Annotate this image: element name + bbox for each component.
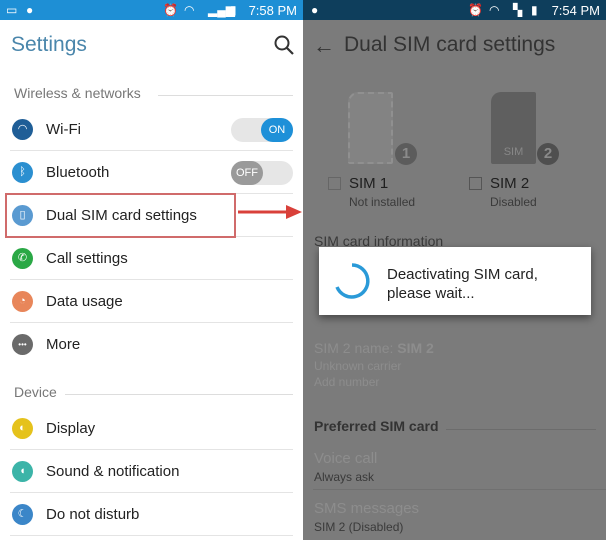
sim2-name-label: SIM 2 name: (314, 340, 394, 356)
divider (10, 535, 293, 536)
settings-item-wi-fi[interactable]: ◠ Wi-Fi ON (0, 108, 303, 151)
sim1-checkbox[interactable] (328, 177, 341, 190)
notification-icon: ▭ (6, 3, 18, 17)
search-icon[interactable] (273, 34, 295, 56)
wi-fi-toggle[interactable]: ON (231, 118, 293, 142)
section-preferred-sim: Preferred SIM card (314, 418, 439, 434)
settings-item-label: Sound & notification (46, 463, 180, 480)
settings-item-sound-notification[interactable]: ◖ Sound & notification (0, 450, 303, 493)
sim2-number: Add number (314, 375, 380, 389)
voice-call-label: Voice call (314, 450, 378, 467)
sms-label: SMS messages (314, 500, 420, 517)
status-time: 7:58 PM (248, 3, 297, 18)
battery-icon: ▮ (230, 3, 237, 17)
dual-sim-screen: ● ⏰ ◠ ▚ ▮ 7:54 PM ← Dual SIM card settin… (303, 0, 606, 540)
sim1-status: Not installed (349, 195, 416, 209)
page-title: Settings (11, 33, 87, 56)
sim2-name-value: SIM 2 (397, 340, 434, 356)
messenger-icon: ● (311, 3, 319, 17)
divider (313, 489, 606, 490)
divider (446, 429, 596, 430)
settings-item-label: Data usage (46, 293, 123, 310)
page-title: Dual SIM card settings (344, 33, 556, 56)
voice-call-value: Always ask (314, 470, 375, 484)
loading-spinner-icon (335, 263, 370, 299)
alarm-icon: ⏰ (468, 3, 483, 17)
dialog-line-2: please wait... (387, 285, 475, 302)
settings-screen: ▭ ● ⏰ ◠ ▂▄▆ ▮ 7:58 PM Settings Wireless … (0, 0, 303, 540)
bluetooth-icon: ᛒ (12, 162, 33, 183)
settings-item-label: Bluetooth (46, 164, 110, 181)
settings-item-label: Wi-Fi (46, 121, 81, 138)
settings-item-label: More (46, 336, 81, 353)
arrow-icon (238, 205, 302, 219)
alarm-icon: ⏰ (163, 3, 178, 17)
section-header-device: Device (14, 384, 57, 400)
sim2-badge: 2 (537, 143, 559, 165)
more-icon: ••• (12, 334, 33, 355)
section-header-wireless: Wireless & networks (14, 85, 141, 101)
dialog-message: Deactivating SIM card, please wait... (387, 265, 538, 303)
bluetooth-toggle[interactable]: OFF (231, 161, 293, 185)
progress-dialog: Deactivating SIM card, please wait... (319, 247, 591, 315)
voice-call-setting[interactable]: Voice call Always ask (303, 445, 606, 487)
settings-item-do-not-disturb[interactable]: ☾ Do not disturb (0, 493, 303, 536)
battery-icon: ▮ (531, 3, 538, 17)
back-arrow-icon[interactable]: ← (313, 33, 335, 59)
wifi-status-icon: ◠ (489, 3, 500, 17)
dialog-line-1: Deactivating SIM card, (387, 266, 538, 283)
sim1-badge: 1 (395, 143, 417, 165)
sms-setting[interactable]: SMS messages SIM 2 (Disabled) (303, 495, 606, 537)
sim2-checkbox[interactable] (469, 177, 482, 190)
settings-item-label: Do not disturb (46, 506, 140, 523)
wifi-icon: ◠ (12, 119, 33, 140)
sim-status-icon: ▚ (513, 3, 523, 17)
settings-item-display[interactable]: ◐ Display (0, 407, 303, 450)
sim2-status: Disabled (490, 195, 537, 209)
settings-item-label: Display (46, 420, 96, 437)
settings-item-more[interactable]: ••• More (0, 323, 303, 366)
sim1-card-icon (348, 92, 393, 164)
wifi-status-icon: ◠ (184, 3, 195, 17)
status-time: 7:54 PM (551, 3, 600, 18)
sms-value: SIM 2 (Disabled) (314, 520, 404, 534)
settings-item-data-usage[interactable]: ◔ Data usage (0, 280, 303, 323)
sim2-carrier: Unknown carrier (314, 359, 402, 373)
data-usage-icon: ◔ (12, 291, 33, 312)
settings-item-call-settings[interactable]: ✆ Call settings (0, 237, 303, 280)
status-bar: ▭ ● ⏰ ◠ ▂▄▆ ▮ 7:58 PM (0, 0, 303, 20)
display-icon: ◐ (12, 418, 33, 439)
sim1-label: SIM 1 (349, 175, 389, 192)
settings-item-label: Call settings (46, 250, 128, 267)
highlight-box (5, 193, 236, 238)
status-bar: ● ⏰ ◠ ▚ ▮ 7:54 PM (303, 0, 606, 20)
sim2-name[interactable]: SIM 2 name: SIM 2 (314, 340, 434, 356)
toggle-state: OFF (231, 161, 263, 185)
sim2-card-icon: SIM (491, 92, 536, 164)
sound-icon: ◖ (12, 461, 33, 482)
settings-item-bluetooth[interactable]: ᛒ Bluetooth OFF (0, 151, 303, 194)
sim2-label: SIM 2 (490, 175, 530, 192)
messenger-icon: ● (26, 3, 34, 17)
phone-icon: ✆ (12, 248, 33, 269)
toggle-state: ON (261, 118, 293, 142)
divider (158, 95, 293, 96)
moon-icon: ☾ (12, 504, 33, 525)
divider (65, 394, 293, 395)
